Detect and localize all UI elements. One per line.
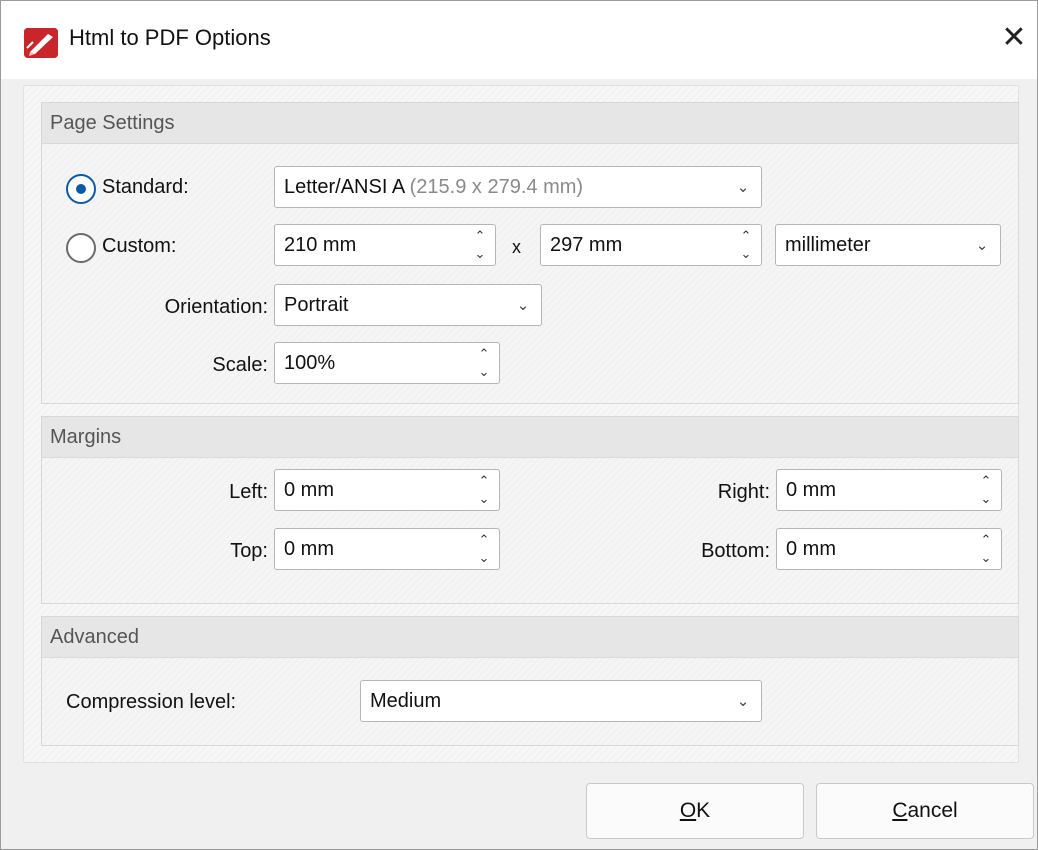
close-icon[interactable]: ✕	[997, 21, 1031, 55]
right-margin-input[interactable]: 0 mm ⌃ ⌄	[776, 469, 1002, 511]
bottom-margin-value: 0 mm	[786, 538, 836, 560]
chevron-down-icon[interactable]: ⌄	[473, 549, 495, 567]
ok-button[interactable]: OK	[586, 783, 804, 839]
right-margin-label: Right:	[717, 481, 770, 503]
chevron-up-icon[interactable]: ⌃	[975, 531, 997, 549]
custom-radio[interactable]	[66, 233, 96, 263]
chevron-down-icon: ⌄	[736, 693, 750, 710]
cancel-mnemonic: C	[892, 799, 908, 822]
left-margin-value: 0 mm	[284, 479, 334, 501]
chevron-down-icon[interactable]: ⌄	[473, 363, 495, 381]
scale-input[interactable]: 100% ⌃ ⌄	[274, 342, 500, 384]
pdf-editor-app-icon	[24, 28, 58, 58]
ok-label: K	[696, 799, 711, 822]
dialog-title: Html to PDF Options	[69, 25, 271, 50]
page-settings-header: Page Settings	[42, 103, 1018, 144]
bottom-margin-spinner[interactable]: ⌃ ⌄	[975, 531, 997, 567]
custom-width-value: 210 mm	[284, 234, 357, 256]
orientation-label: Orientation:	[164, 296, 268, 318]
standard-radio[interactable]	[66, 174, 96, 204]
advanced-header: Advanced	[42, 617, 1018, 658]
chevron-up-icon[interactable]: ⌃	[473, 531, 495, 549]
left-margin-input[interactable]: 0 mm ⌃ ⌄	[274, 469, 500, 511]
dialog-window: Html to PDF Options ✕ Page Settings Stan…	[0, 0, 1038, 850]
right-margin-spinner[interactable]: ⌃ ⌄	[975, 472, 997, 508]
dialog-content: Page Settings Standard: Letter/ANSI A (2…	[23, 85, 1019, 763]
chevron-up-icon[interactable]: ⌃	[735, 227, 757, 245]
page-settings-group: Page Settings Standard: Letter/ANSI A (2…	[41, 102, 1019, 404]
custom-label: Custom:	[102, 235, 177, 257]
standard-label: Standard:	[102, 176, 189, 198]
standard-size-detail: (215.9 x 279.4 mm)	[409, 176, 584, 198]
chevron-down-icon[interactable]: ⌄	[473, 490, 495, 508]
compression-level-label: Compression level:	[66, 691, 237, 713]
chevron-down-icon: ⌄	[736, 179, 750, 196]
compression-level-value: Medium	[370, 690, 442, 712]
top-margin-spinner[interactable]: ⌃ ⌄	[473, 531, 495, 567]
unit-value: millimeter	[785, 234, 871, 256]
custom-width-spinner[interactable]: ⌃ ⌄	[469, 227, 491, 263]
custom-height-spinner[interactable]: ⌃ ⌄	[735, 227, 757, 263]
chevron-down-icon[interactable]: ⌄	[975, 490, 997, 508]
scale-label: Scale:	[212, 354, 268, 376]
custom-width-input[interactable]: 210 mm ⌃ ⌄	[274, 224, 496, 266]
chevron-down-icon: ⌄	[516, 297, 530, 314]
margins-header: Margins	[42, 417, 1018, 458]
advanced-group: Advanced Compression level: Medium ⌄	[41, 616, 1019, 746]
top-margin-label: Top:	[230, 540, 268, 562]
chevron-up-icon[interactable]: ⌃	[469, 227, 491, 245]
compression-level-select[interactable]: Medium ⌄	[360, 680, 762, 722]
cancel-button[interactable]: Cancel	[816, 783, 1034, 839]
standard-size-value: Letter/ANSI A	[284, 176, 405, 198]
chevron-down-icon[interactable]: ⌄	[975, 549, 997, 567]
top-margin-input[interactable]: 0 mm ⌃ ⌄	[274, 528, 500, 570]
radio-selected-dot	[76, 184, 86, 194]
chevron-up-icon[interactable]: ⌃	[975, 472, 997, 490]
orientation-value: Portrait	[284, 294, 349, 316]
left-margin-label: Left:	[229, 481, 268, 503]
orientation-select[interactable]: Portrait ⌄	[274, 284, 542, 326]
unit-select[interactable]: millimeter ⌄	[775, 224, 1001, 266]
chevron-down-icon[interactable]: ⌄	[469, 245, 491, 263]
chevron-down-icon[interactable]: ⌄	[735, 245, 757, 263]
standard-size-select[interactable]: Letter/ANSI A (215.9 x 279.4 mm) ⌄	[274, 166, 762, 208]
bottom-margin-input[interactable]: 0 mm ⌃ ⌄	[776, 528, 1002, 570]
dimension-separator: x	[512, 237, 521, 257]
right-margin-value: 0 mm	[786, 479, 836, 501]
scale-spinner[interactable]: ⌃ ⌄	[473, 345, 495, 381]
chevron-up-icon[interactable]: ⌃	[473, 345, 495, 363]
scale-value: 100%	[284, 352, 336, 374]
left-margin-spinner[interactable]: ⌃ ⌄	[473, 472, 495, 508]
cancel-label: ancel	[907, 799, 958, 822]
chevron-up-icon[interactable]: ⌃	[473, 472, 495, 490]
custom-height-input[interactable]: 297 mm ⌃ ⌄	[540, 224, 762, 266]
chevron-down-icon: ⌄	[975, 237, 989, 254]
custom-height-value: 297 mm	[550, 234, 623, 256]
margins-group: Margins Left: 0 mm ⌃ ⌄ Right: 0 mm ⌃ ⌄ T…	[41, 416, 1019, 604]
title-bar: Html to PDF Options ✕	[1, 1, 1037, 79]
top-margin-value: 0 mm	[284, 538, 334, 560]
bottom-margin-label: Bottom:	[701, 540, 770, 562]
ok-mnemonic: O	[679, 799, 697, 822]
